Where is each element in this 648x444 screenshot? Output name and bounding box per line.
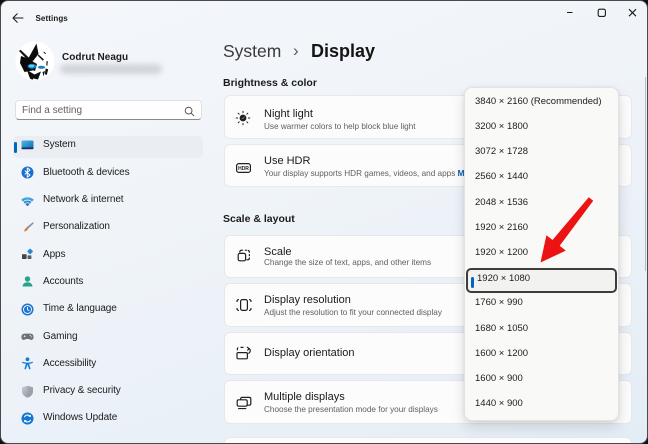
- svg-text:HDR: HDR: [238, 166, 249, 172]
